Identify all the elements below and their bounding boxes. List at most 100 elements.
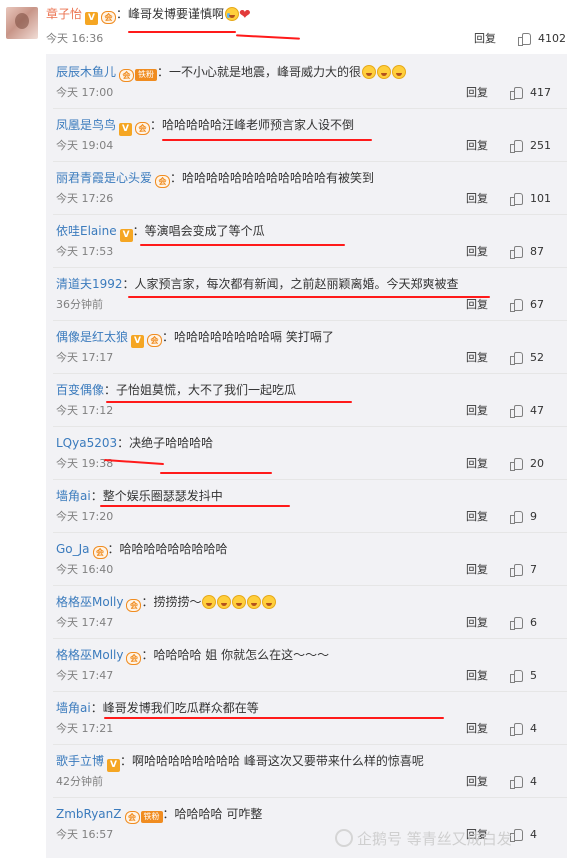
- reply-username[interactable]: ZmbRyanZ: [56, 807, 122, 821]
- reply-text: ：一不小心就是地震，峰哥威力大的很: [157, 65, 362, 79]
- reply-time: 42分钟前: [56, 775, 103, 788]
- reply-text: ：峰哥发博我们吃瓜群众都在等: [90, 701, 259, 715]
- fan-badge-icon: 铁粉: [135, 69, 158, 81]
- reply-button[interactable]: 回复: [466, 245, 488, 259]
- like-button[interactable]: 20: [510, 457, 544, 471]
- reply-username[interactable]: 凤凰是鸟鸟: [56, 118, 116, 132]
- annotation-underline: [140, 244, 345, 246]
- reply-button[interactable]: 回复: [466, 669, 488, 683]
- reply-time: 今天 17:21: [56, 722, 114, 735]
- like-count: 4: [530, 775, 537, 788]
- reply-button[interactable]: 回复: [466, 775, 488, 789]
- reply-button[interactable]: 回复: [466, 457, 488, 471]
- annotation-underline: [162, 139, 372, 141]
- reply-time: 今天 17:17: [56, 351, 114, 364]
- annotation-underline: [104, 717, 444, 719]
- like-button[interactable]: 417: [510, 86, 551, 100]
- like-button[interactable]: 4: [510, 722, 537, 736]
- reply-button[interactable]: 回复: [466, 722, 488, 736]
- divider: [53, 479, 567, 480]
- reply-button[interactable]: 回复: [466, 510, 488, 524]
- main-comment-line: 章子怡 V 会：峰哥发博要谨慎啊 ❤: [46, 6, 251, 25]
- like-button[interactable]: 67: [510, 298, 544, 312]
- like-count: 20: [530, 457, 544, 470]
- reply-username[interactable]: 墙角ai: [56, 701, 91, 715]
- thumbs-up-icon: [510, 351, 523, 365]
- reply-time: 今天 17:26: [56, 192, 114, 205]
- reply-item: LQya5203：决绝子哈哈哈哈: [56, 435, 213, 451]
- like-button[interactable]: 9: [510, 510, 537, 524]
- thumbs-up-icon: [510, 616, 523, 630]
- thumbs-up-icon: [510, 510, 523, 524]
- like-button[interactable]: 7: [510, 563, 537, 577]
- reply-button[interactable]: 回复: [466, 298, 488, 312]
- divider: [53, 426, 567, 427]
- like-count: 6: [530, 616, 537, 629]
- thumbs-up-icon: [510, 457, 523, 471]
- reply-username[interactable]: 偶像是红太狼: [56, 330, 128, 344]
- reply-button[interactable]: 回复: [466, 616, 488, 630]
- annotation-underline: [100, 505, 290, 507]
- like-button[interactable]: 5: [510, 669, 537, 683]
- like-button[interactable]: 87: [510, 245, 544, 259]
- reply-username[interactable]: 辰辰木鱼儿: [56, 65, 116, 79]
- reply-time: 今天 16:57: [56, 828, 114, 841]
- reply-time: 今天 17:47: [56, 616, 114, 629]
- like-count: 101: [530, 192, 551, 205]
- reply-text: ：子怡姐莫慌，大不了我们一起吃瓜: [104, 383, 297, 397]
- reply-time: 今天 17:20: [56, 510, 114, 523]
- reply-username[interactable]: LQya5203: [56, 436, 117, 450]
- reply-item: 百变偶像：子怡姐莫慌，大不了我们一起吃瓜: [56, 382, 296, 398]
- like-button[interactable]: 4: [510, 828, 537, 842]
- reply-button[interactable]: 回复: [466, 351, 488, 365]
- reply-button[interactable]: 回复: [466, 563, 488, 577]
- vip-icon: 会: [119, 69, 135, 82]
- reply-button[interactable]: 回复: [466, 139, 488, 153]
- reply-text: ：等演唱会变成了等个瓜: [132, 224, 265, 238]
- thumbs-up-icon: [518, 32, 531, 46]
- divider: [53, 320, 567, 321]
- thumbs-up-icon: [510, 86, 523, 100]
- reply-username[interactable]: 丽君青霞是心头爱: [56, 171, 152, 185]
- reply-button[interactable]: 回复: [466, 192, 488, 206]
- reply-button[interactable]: 回复: [466, 86, 488, 100]
- reply-button[interactable]: 回复: [474, 32, 496, 46]
- main-comment: 章子怡 V 会：峰哥发博要谨慎啊 ❤ 今天 16:36 回复 4102: [0, 0, 567, 54]
- annotation-underline: [106, 401, 352, 403]
- vip-icon: 会: [135, 122, 151, 135]
- like-button[interactable]: 4102: [518, 32, 566, 46]
- vip-icon: 会: [124, 811, 140, 824]
- vip-icon: 会: [92, 546, 108, 559]
- like-button[interactable]: 4: [510, 775, 537, 789]
- thumbs-up-icon: [510, 192, 523, 206]
- like-button[interactable]: 251: [510, 139, 551, 153]
- like-count: 4102: [538, 32, 566, 45]
- divider: [53, 214, 567, 215]
- reply-text: ：人家预言家，每次都有新闻，之前赵丽颖离婚。今天郑爽被查: [122, 277, 459, 291]
- avatar[interactable]: [6, 7, 38, 39]
- vip-icon: 会: [126, 652, 142, 665]
- reply-username[interactable]: 墙角ai: [56, 489, 91, 503]
- reply-username[interactable]: 歌手立博: [56, 754, 104, 768]
- reply-username[interactable]: Go_Ja: [56, 542, 90, 556]
- divider: [53, 638, 567, 639]
- main-username[interactable]: 章子怡: [46, 7, 82, 21]
- reply-username[interactable]: 格格巫Molly: [56, 595, 123, 609]
- reply-text: ：哈哈哈哈 姐 你就怎么在这～～～: [141, 648, 330, 662]
- reply-username[interactable]: 格格巫Molly: [56, 648, 123, 662]
- like-button[interactable]: 47: [510, 404, 544, 418]
- like-button[interactable]: 101: [510, 192, 551, 206]
- reply-username[interactable]: 依哇Elaine: [56, 224, 117, 238]
- thumbs-up-icon: [510, 722, 523, 736]
- reply-button[interactable]: 回复: [466, 404, 488, 418]
- thumbs-up-icon: [510, 404, 523, 418]
- like-count: 7: [530, 563, 537, 576]
- like-button[interactable]: 52: [510, 351, 544, 365]
- reply-item: 墙角ai：整个娱乐圈瑟瑟发抖中: [56, 488, 223, 504]
- reply-username[interactable]: 百变偶像: [56, 383, 104, 397]
- reply-username[interactable]: 清道夫1992: [56, 277, 123, 291]
- reply-text: ：哈哈哈哈哈哈哈哈哈哈哈哈有被笑到: [170, 171, 375, 185]
- divider: [53, 691, 567, 692]
- like-button[interactable]: 6: [510, 616, 537, 630]
- reply-text: ：哈哈哈哈 可咋整: [162, 807, 263, 821]
